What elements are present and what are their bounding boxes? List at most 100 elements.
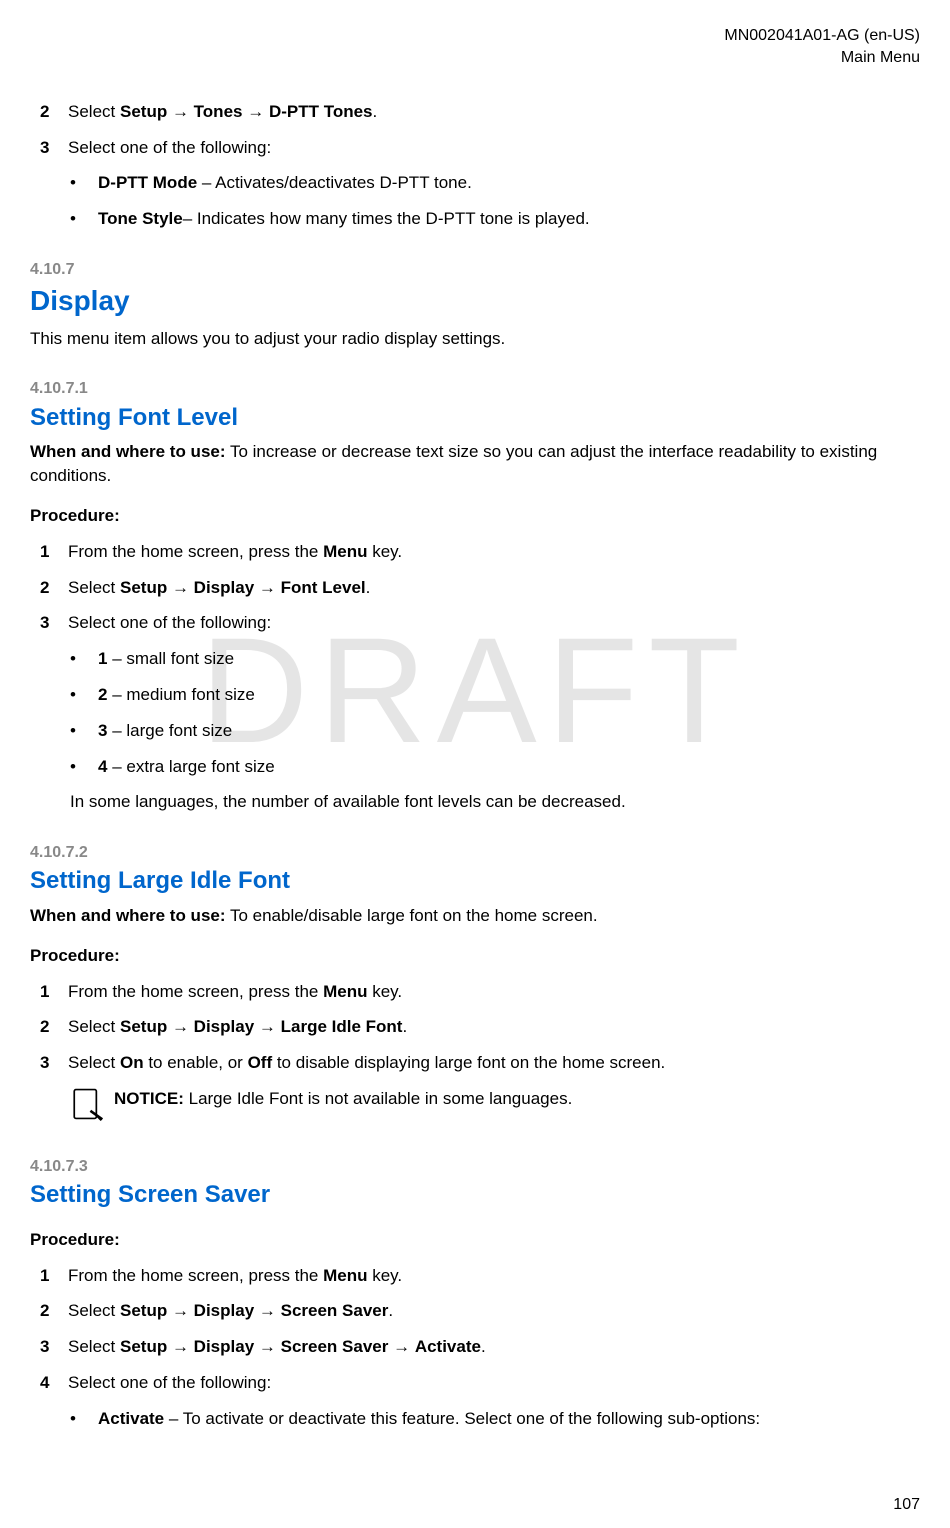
- step-text: Select Setup → Display → Screen Saver → …: [68, 1335, 920, 1359]
- text-span: From the home screen, press the: [68, 982, 323, 1001]
- step-number: 2: [40, 1299, 68, 1323]
- text-span: Select: [68, 1337, 120, 1356]
- text-span: →: [167, 1337, 193, 1356]
- notice-text: NOTICE: Large Idle Font is not available…: [114, 1087, 572, 1111]
- bullet-item: • 2 – medium font size: [70, 683, 920, 707]
- bullet-mark: •: [70, 755, 98, 779]
- page-content: MN002041A01-AG (en-US) Main Menu 2 Selec…: [30, 25, 920, 1431]
- text-span: – Activates/deactivates D-PTT tone.: [197, 173, 472, 192]
- step-number: 3: [40, 611, 68, 635]
- text-span: →: [242, 102, 268, 121]
- section-number: 4.10.7.2: [30, 842, 920, 864]
- bullet-item: • 1 – small font size: [70, 647, 920, 671]
- bullet-text: Tone Style– Indicates how many times the…: [98, 207, 920, 231]
- bullet-mark: •: [70, 647, 98, 671]
- step-number: 3: [40, 1051, 68, 1075]
- bold-span: Tone Style: [98, 209, 183, 228]
- step-text: Select Setup → Tones → D-PTT Tones.: [68, 100, 920, 124]
- step-item: 2 Select Setup → Tones → D-PTT Tones.: [40, 100, 920, 124]
- when-and-where: When and where to use: To enable/disable…: [30, 904, 920, 928]
- procedure-label: Procedure:: [30, 944, 920, 968]
- note-text: In some languages, the number of availab…: [70, 790, 920, 814]
- step-number: 1: [40, 1264, 68, 1288]
- section-description: This menu item allows you to adjust your…: [30, 327, 920, 351]
- bold-span: Setup: [120, 1301, 167, 1320]
- bullet-item: • 3 – large font size: [70, 719, 920, 743]
- text-span: From the home screen, press the: [68, 542, 323, 561]
- section-title: Display: [30, 281, 920, 320]
- text-span: – medium font size: [107, 685, 254, 704]
- text-span: →: [388, 1337, 414, 1356]
- text-span: .: [402, 1017, 407, 1036]
- bold-span: D-PTT Mode: [98, 173, 197, 192]
- bold-span: On: [120, 1053, 144, 1072]
- step-number: 1: [40, 540, 68, 564]
- text-span: to disable displaying large font on the …: [272, 1053, 665, 1072]
- bullet-mark: •: [70, 719, 98, 743]
- text-span: – extra large font size: [107, 757, 274, 776]
- bold-span: When and where to use:: [30, 442, 226, 461]
- page-header: MN002041A01-AG (en-US) Main Menu: [30, 25, 920, 70]
- text-span: to enable, or: [144, 1053, 248, 1072]
- text-span: To enable/disable large font on the home…: [226, 906, 598, 925]
- text-span: →: [167, 578, 193, 597]
- text-span: →: [167, 102, 193, 121]
- text-span: .: [388, 1301, 393, 1320]
- bold-span: Activate: [98, 1409, 164, 1428]
- text-span: key.: [368, 542, 403, 561]
- text-span: From the home screen, press the: [68, 1266, 323, 1285]
- step-text: Select Setup → Display → Screen Saver.: [68, 1299, 920, 1323]
- bold-span: Large Idle Font: [281, 1017, 403, 1036]
- text-span: – To activate or deactivate this feature…: [164, 1409, 760, 1428]
- bold-span: D-PTT Tones: [269, 102, 373, 121]
- bullet-mark: •: [70, 171, 98, 195]
- step-item: 2 Select Setup → Display → Screen Saver.: [40, 1299, 920, 1323]
- bold-span: NOTICE:: [114, 1089, 184, 1108]
- bullet-item: • Tone Style– Indicates how many times t…: [70, 207, 920, 231]
- step-item: 1 From the home screen, press the Menu k…: [40, 980, 920, 1004]
- step-item: 2 Select Setup → Display → Large Idle Fo…: [40, 1015, 920, 1039]
- bullet-text: D-PTT Mode – Activates/deactivates D-PTT…: [98, 171, 920, 195]
- step-number: 4: [40, 1371, 68, 1395]
- step-text: Select one of the following:: [68, 611, 920, 635]
- bullet-item: • D-PTT Mode – Activates/deactivates D-P…: [70, 171, 920, 195]
- step-number: 3: [40, 1335, 68, 1359]
- when-and-where: When and where to use: To increase or de…: [30, 440, 920, 488]
- text-span: .: [373, 102, 378, 121]
- bold-span: Activate: [415, 1337, 481, 1356]
- step-text: Select Setup → Display → Large Idle Font…: [68, 1015, 920, 1039]
- bold-span: Menu: [323, 1266, 367, 1285]
- text-span: Select: [68, 1301, 120, 1320]
- section-number: 4.10.7: [30, 259, 920, 281]
- bullet-item: • Activate – To activate or deactivate t…: [70, 1407, 920, 1431]
- bold-span: Menu: [323, 542, 367, 561]
- step-text: Select Setup → Display → Font Level.: [68, 576, 920, 600]
- text-span: Select: [68, 102, 120, 121]
- bold-span: Display: [194, 578, 254, 597]
- text-span: →: [254, 1017, 280, 1036]
- notice-block: NOTICE: Large Idle Font is not available…: [70, 1087, 920, 1128]
- text-span: Select: [68, 1017, 120, 1036]
- step-item: 3 Select On to enable, or Off to disable…: [40, 1051, 920, 1075]
- step-item: 3 Select one of the following:: [40, 611, 920, 635]
- step-item: 1 From the home screen, press the Menu k…: [40, 1264, 920, 1288]
- bullet-text: 3 – large font size: [98, 719, 920, 743]
- bold-span: Screen Saver: [281, 1337, 389, 1356]
- bullet-mark: •: [70, 1407, 98, 1431]
- bold-span: Setup: [120, 1017, 167, 1036]
- step-item: 3 Select one of the following:: [40, 136, 920, 160]
- bold-span: Screen Saver: [281, 1301, 389, 1320]
- section-number: 4.10.7.3: [30, 1156, 920, 1178]
- step-item: 4 Select one of the following:: [40, 1371, 920, 1395]
- text-span: .: [366, 578, 371, 597]
- bold-span: Tones: [194, 102, 243, 121]
- text-span: key.: [368, 1266, 403, 1285]
- text-span: .: [481, 1337, 486, 1356]
- bold-span: Menu: [323, 982, 367, 1001]
- bold-span: Setup: [120, 578, 167, 597]
- header-section: Main Menu: [30, 47, 920, 69]
- section-title: Setting Screen Saver: [30, 1178, 920, 1212]
- text-span: Select: [68, 1053, 120, 1072]
- step-number: 2: [40, 100, 68, 124]
- step-number: 2: [40, 1015, 68, 1039]
